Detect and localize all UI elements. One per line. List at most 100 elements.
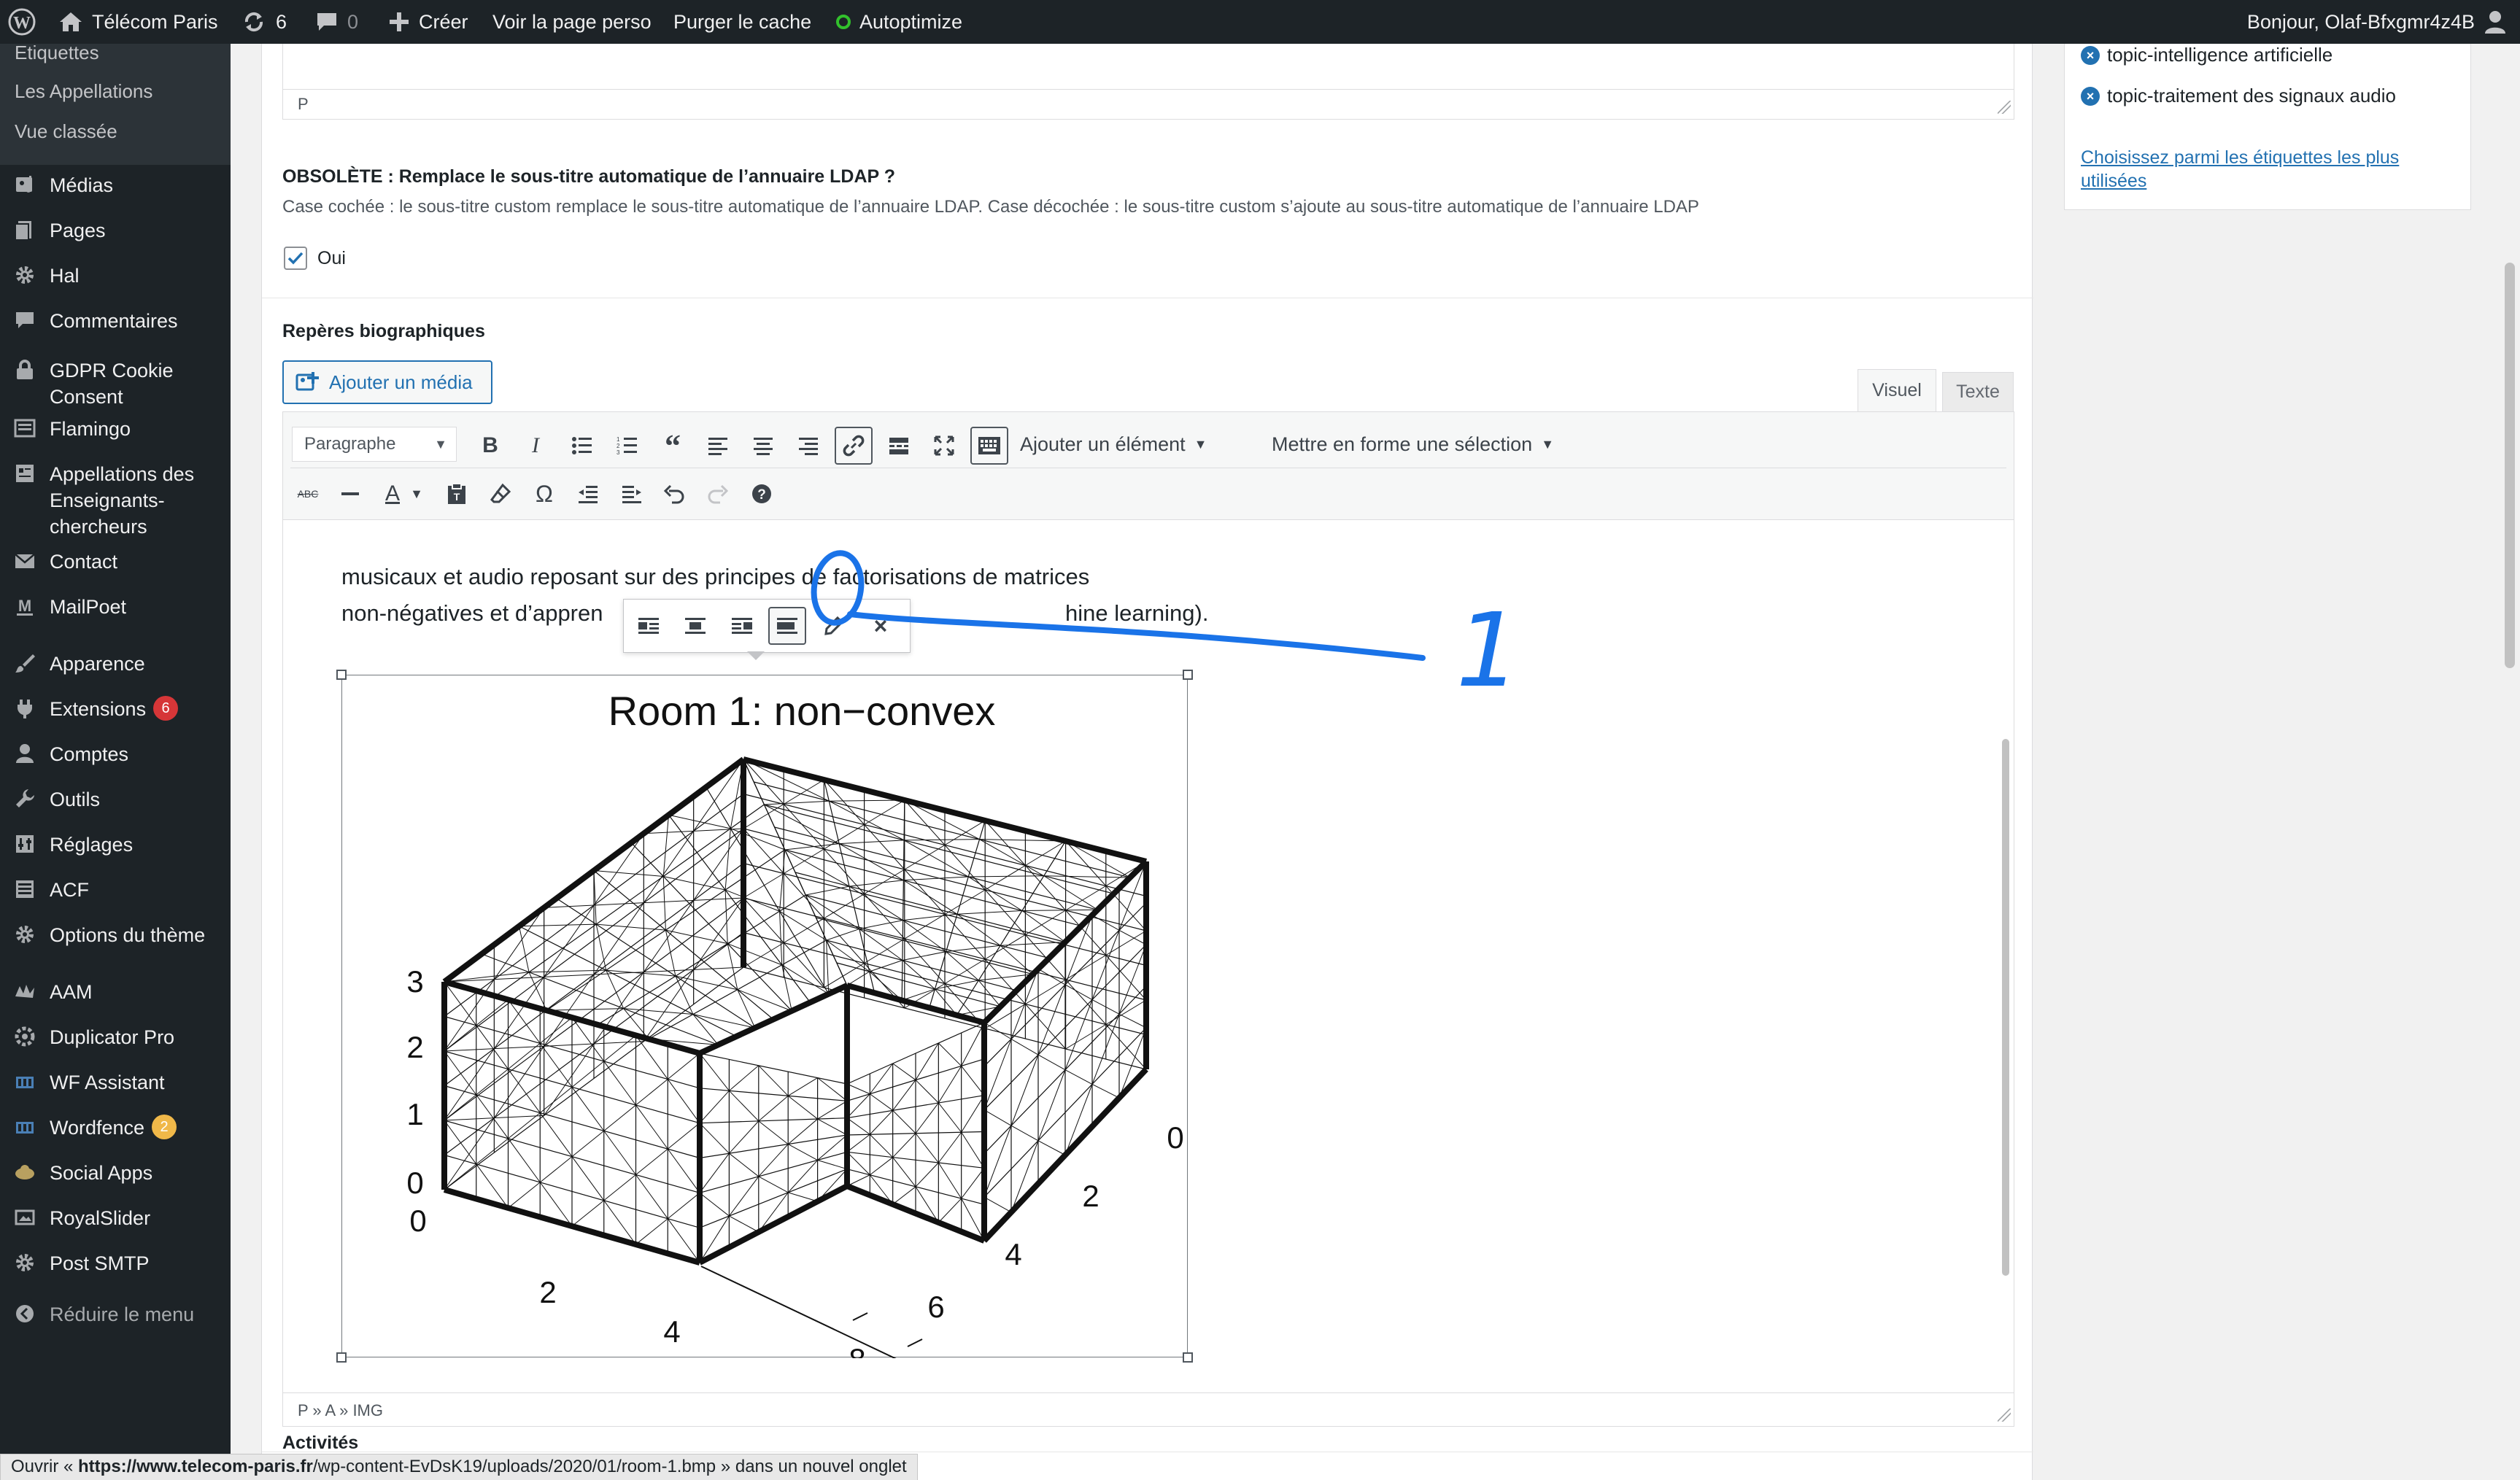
view-profile-link[interactable]: Voir la page perso — [492, 0, 652, 44]
page-scrollbar[interactable] — [2505, 263, 2515, 668]
resize-handle-top-left[interactable] — [336, 670, 347, 680]
wordpress-logo-icon[interactable]: W — [7, 0, 36, 44]
add-element-label: Ajouter un élément — [1020, 433, 1186, 455]
sidebar-item-16[interactable]: AAM — [0, 979, 231, 1005]
add-media-button[interactable]: Ajouter un média — [282, 360, 492, 404]
tab-text[interactable]: Texte — [1942, 372, 2014, 411]
update-count-badge: 6 — [153, 696, 179, 721]
sidebar-item-15[interactable]: Options du thème — [0, 922, 231, 948]
toolbar-toggle-button[interactable] — [970, 427, 1008, 465]
mesh-line — [852, 1312, 868, 1321]
sidebar-item-9[interactable]: Apparence — [0, 651, 231, 677]
paste-text-button[interactable]: T — [438, 475, 476, 513]
clear-formatting-button[interactable] — [482, 475, 519, 513]
sidebar-item-10[interactable]: Extensions 6 — [0, 696, 231, 722]
room-image[interactable]: Room 1: non−convex 0 1 2 3 0 2 4 6 8 6 4 2 0 — [341, 675, 1188, 1391]
resize-handle-bottom-left[interactable] — [336, 1352, 347, 1363]
bold-button[interactable]: B — [471, 427, 509, 465]
mesh-line — [729, 1065, 760, 1091]
mesh-line — [699, 1192, 730, 1217]
read-more-button[interactable] — [880, 427, 918, 465]
mesh-line — [805, 886, 850, 896]
special-char-button[interactable]: Ω — [525, 475, 563, 513]
sidebar-item-17[interactable]: Duplicator Pro — [0, 1024, 231, 1050]
content-line-1[interactable]: musicaux et audio reposant sur des princ… — [341, 564, 1089, 590]
help-button[interactable]: ? — [743, 475, 781, 513]
numbered-list-button[interactable]: 123 — [608, 427, 646, 465]
mesh-line — [846, 1151, 870, 1176]
redo-button[interactable] — [699, 475, 737, 513]
sidebar-item-21[interactable]: RoyalSlider — [0, 1205, 231, 1231]
submenu-item-appellations[interactable]: Les Appellations — [0, 71, 231, 112]
image-remove-button[interactable]: × — [862, 607, 900, 645]
sidebar-item-5[interactable]: Flamingo — [0, 416, 231, 442]
updates-link[interactable]: 6 — [241, 0, 287, 44]
resize-grip-icon[interactable] — [1998, 1409, 2011, 1422]
sidebar-item-7[interactable]: Contact — [0, 549, 231, 575]
fullscreen-button[interactable] — [925, 427, 963, 465]
sidebar-item-8[interactable]: M MailPoet — [0, 594, 231, 620]
link-status-suffix: » dans un nouvel onglet — [716, 1457, 907, 1476]
resize-grip-icon[interactable] — [1998, 101, 2011, 114]
submenu-item-vue-classee[interactable]: Vue classée — [0, 112, 231, 152]
content-line-2-end[interactable]: hine learning). — [1065, 600, 1208, 627]
align-right-icon — [732, 618, 752, 634]
indent-button[interactable] — [613, 475, 651, 513]
user-icon — [0, 741, 50, 764]
align-left-button[interactable] — [699, 427, 737, 465]
site-name-link[interactable]: Télécom Paris — [58, 0, 218, 44]
horizontal-line-button[interactable] — [331, 475, 369, 513]
outdent-button[interactable] — [569, 475, 607, 513]
sidebar-item-6[interactable]: Appellations des Enseignants-chercheurs — [0, 461, 231, 540]
add-element-dropdown[interactable]: Ajouter un élément ▼ — [1020, 427, 1207, 462]
new-content-link[interactable]: Créer — [388, 0, 468, 44]
bullet-list-button[interactable] — [563, 427, 601, 465]
sidebar-item-3[interactable]: Commentaires — [0, 308, 231, 334]
sidebar-item-11[interactable]: Comptes — [0, 741, 231, 767]
align-center-button[interactable] — [744, 427, 782, 465]
sidebar-item-22[interactable]: Post SMTP — [0, 1250, 231, 1276]
content-line-2-start[interactable]: non-négatives et d’appren — [341, 600, 603, 627]
submenu-item-etiquettes[interactable]: Etiquettes — [0, 45, 231, 71]
text-color-caret-icon[interactable]: ▼ — [406, 475, 428, 513]
sidebar-item-13[interactable]: Réglages — [0, 832, 231, 858]
account-link[interactable]: Bonjour, Olaf-Bfxgmr4z4B — [2247, 0, 2507, 44]
image-align-none-button[interactable] — [768, 607, 806, 645]
sidebar-item-4[interactable]: GDPR Cookie Consent — [0, 357, 231, 410]
sidebar-item-14[interactable]: ACF — [0, 877, 231, 903]
sidebar-item-1[interactable]: Pages — [0, 217, 231, 244]
image-edit-button[interactable] — [815, 607, 853, 645]
format-selection-dropdown[interactable]: Mettre en forme une sélection ▼ — [1272, 427, 1554, 462]
resize-handle-top-right[interactable] — [1183, 670, 1193, 680]
sidebar-item-23[interactable]: Réduire le menu — [0, 1301, 231, 1328]
slider-icon — [0, 1205, 50, 1228]
mesh-line — [870, 1093, 893, 1111]
align-right-button[interactable] — [789, 427, 827, 465]
sidebar-item-12[interactable]: Outils — [0, 786, 231, 813]
comments-link[interactable]: 0 — [315, 0, 358, 44]
blockquote-button[interactable]: “ — [654, 427, 692, 465]
italic-button[interactable]: I — [517, 427, 554, 465]
image-align-center-button[interactable] — [676, 607, 714, 645]
choose-tags-link[interactable]: Choisissez parmi les étiquettes les plus… — [2081, 146, 2460, 193]
image-align-left-button[interactable] — [630, 607, 668, 645]
autoptimize-link[interactable]: Autoptimize — [836, 0, 962, 44]
link-button[interactable] — [835, 427, 873, 465]
tab-visual[interactable]: Visuel — [1858, 369, 1936, 411]
purge-cache-link[interactable]: Purger le cache — [673, 0, 811, 44]
y-tick-label: 0 — [1167, 1120, 1183, 1155]
strikethrough-button[interactable]: ABC — [289, 475, 327, 513]
image-align-right-button[interactable] — [723, 607, 761, 645]
editor-scrollbar[interactable] — [2002, 739, 2009, 1276]
resize-handle-bottom-right[interactable] — [1183, 1352, 1193, 1363]
obsolete-checkbox[interactable] — [284, 247, 307, 270]
undo-button[interactable] — [655, 475, 693, 513]
sidebar-item-2[interactable]: Hal — [0, 263, 231, 289]
remove-tag-icon[interactable]: × — [2081, 45, 2100, 65]
sidebar-item-0[interactable]: Médias — [0, 172, 231, 198]
sidebar-item-18[interactable]: WF Assistant — [0, 1069, 231, 1096]
remove-tag-icon[interactable]: × — [2081, 86, 2100, 106]
format-select[interactable]: Paragraphe ▼ — [292, 427, 457, 462]
sidebar-item-20[interactable]: Social Apps — [0, 1160, 231, 1186]
sidebar-item-19[interactable]: Wordfence 2 — [0, 1115, 231, 1141]
